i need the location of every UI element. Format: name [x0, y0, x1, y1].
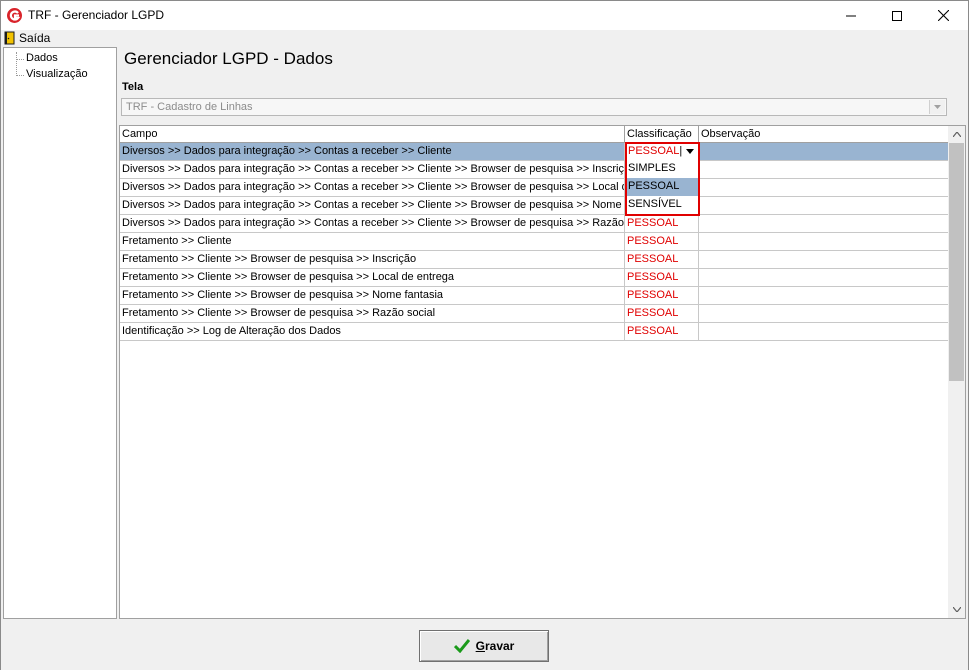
table-row[interactable]: Fretamento >> Cliente >> Browser de pesq…	[120, 251, 948, 269]
tela-select-value: TRF - Cadastro de Linhas	[126, 101, 253, 113]
menu-bar: Saída	[1, 30, 968, 46]
tree-item-dados[interactable]: Dados	[26, 52, 58, 64]
cell-campo[interactable]: Fretamento >> Cliente	[120, 233, 625, 250]
cell-campo[interactable]: Diversos >> Dados para integração >> Con…	[120, 197, 625, 214]
main-panel: Gerenciador LGPD - Dados Tela TRF - Cada…	[119, 47, 968, 619]
cell-observacao[interactable]	[699, 197, 948, 214]
cell-campo[interactable]: Diversos >> Dados para integração >> Con…	[120, 179, 625, 196]
exit-label: Saída	[19, 31, 51, 45]
table-row[interactable]: Diversos >> Dados para integração >> Con…	[120, 161, 948, 179]
cell-classificacao[interactable]: PESSOAL	[625, 233, 699, 250]
table-row[interactable]: Identificação >> Log de Alteração dos Da…	[120, 323, 948, 341]
title-bar: TRF - Gerenciador LGPD	[1, 1, 968, 30]
maximize-button[interactable]	[874, 1, 920, 30]
table-row[interactable]: Diversos >> Dados para integração >> Con…	[120, 215, 948, 233]
cell-observacao[interactable]	[699, 323, 948, 340]
save-label: Gravar	[475, 639, 515, 653]
header-observacao[interactable]: Observação	[699, 126, 948, 142]
tree-connector	[16, 59, 24, 60]
cell-observacao[interactable]	[699, 215, 948, 232]
table-row[interactable]: Fretamento >> Cliente >> Browser de pesq…	[120, 287, 948, 305]
cell-observacao[interactable]	[699, 305, 948, 322]
scroll-thumb[interactable]	[949, 143, 964, 381]
tela-select[interactable]: TRF - Cadastro de Linhas	[121, 98, 947, 116]
cell-observacao[interactable]	[699, 233, 948, 250]
tela-label: Tela	[122, 81, 144, 93]
cell-campo[interactable]: Fretamento >> Cliente >> Browser de pesq…	[120, 269, 625, 286]
chevron-down-icon	[952, 607, 961, 612]
grid-header: Campo Classificação Observação	[120, 126, 948, 143]
tela-select-arrow[interactable]	[929, 100, 945, 114]
page-title: Gerenciador LGPD - Dados	[124, 49, 333, 68]
grid-vertical-scrollbar[interactable]	[948, 126, 965, 618]
cell-observacao[interactable]	[699, 287, 948, 304]
checkmark-icon	[453, 639, 470, 653]
table-row[interactable]: Diversos >> Dados para integração >> Con…	[120, 197, 948, 215]
app-window: TRF - Gerenciador LGPD Saída Dados Visua…	[0, 0, 969, 670]
cell-classificacao[interactable]: PESSOAL	[625, 269, 699, 286]
footer: Gravar	[1, 620, 968, 670]
cell-observacao[interactable]	[699, 251, 948, 268]
close-button[interactable]	[920, 1, 966, 30]
cell-campo[interactable]: Identificação >> Log de Alteração dos Da…	[120, 323, 625, 340]
close-icon	[937, 10, 949, 21]
cell-campo[interactable]: Diversos >> Dados para integração >> Con…	[120, 161, 625, 178]
cell-campo[interactable]: Diversos >> Dados para integração >> Con…	[120, 143, 625, 160]
cell-observacao[interactable]	[699, 143, 948, 160]
table-row[interactable]: Fretamento >> Cliente >> Browser de pesq…	[120, 269, 948, 287]
minimize-icon	[846, 15, 856, 16]
scroll-up-button[interactable]	[948, 126, 965, 143]
scroll-down-button[interactable]	[948, 601, 965, 618]
cell-campo[interactable]: Fretamento >> Cliente >> Browser de pesq…	[120, 287, 625, 304]
dropdown-highlight-box	[625, 142, 700, 216]
chevron-down-icon	[934, 105, 941, 109]
cell-observacao[interactable]	[699, 161, 948, 178]
table-row[interactable]: Fretamento >> Cliente PESSOAL	[120, 233, 948, 251]
cell-campo[interactable]: Diversos >> Dados para integração >> Con…	[120, 215, 625, 232]
exit-menu-item[interactable]: Saída	[4, 30, 50, 46]
save-button[interactable]: Gravar	[419, 630, 549, 662]
cell-campo[interactable]: Fretamento >> Cliente >> Browser de pesq…	[120, 305, 625, 322]
cell-classificacao[interactable]: PESSOAL	[625, 287, 699, 304]
table-row[interactable]: Diversos >> Dados para integração >> Con…	[120, 179, 948, 197]
minimize-button[interactable]	[828, 1, 874, 30]
cell-observacao[interactable]	[699, 179, 948, 196]
cell-classificacao[interactable]: PESSOAL	[625, 305, 699, 322]
exit-door-icon	[4, 31, 15, 45]
maximize-icon	[892, 10, 902, 21]
header-classificacao[interactable]: Classificação	[625, 126, 699, 142]
table-row[interactable]: Diversos >> Dados para integração >> Con…	[120, 143, 948, 161]
window-title: TRF - Gerenciador LGPD	[28, 8, 165, 22]
chevron-up-icon	[952, 132, 961, 137]
cell-classificacao[interactable]: PESSOAL	[625, 251, 699, 268]
cell-classificacao[interactable]: PESSOAL	[625, 323, 699, 340]
tree-item-visualizacao[interactable]: Visualização	[26, 68, 88, 80]
cell-observacao[interactable]	[699, 269, 948, 286]
cell-classificacao[interactable]: PESSOAL	[625, 215, 699, 232]
header-campo[interactable]: Campo	[120, 126, 625, 142]
fields-grid: Campo Classificação Observação Diversos …	[119, 125, 966, 619]
app-logo-icon	[7, 8, 22, 23]
tree-connector	[16, 75, 24, 76]
table-row[interactable]: Fretamento >> Cliente >> Browser de pesq…	[120, 305, 948, 323]
navigation-tree: Dados Visualização	[3, 47, 117, 619]
cell-campo[interactable]: Fretamento >> Cliente >> Browser de pesq…	[120, 251, 625, 268]
tree-connector	[16, 52, 17, 74]
